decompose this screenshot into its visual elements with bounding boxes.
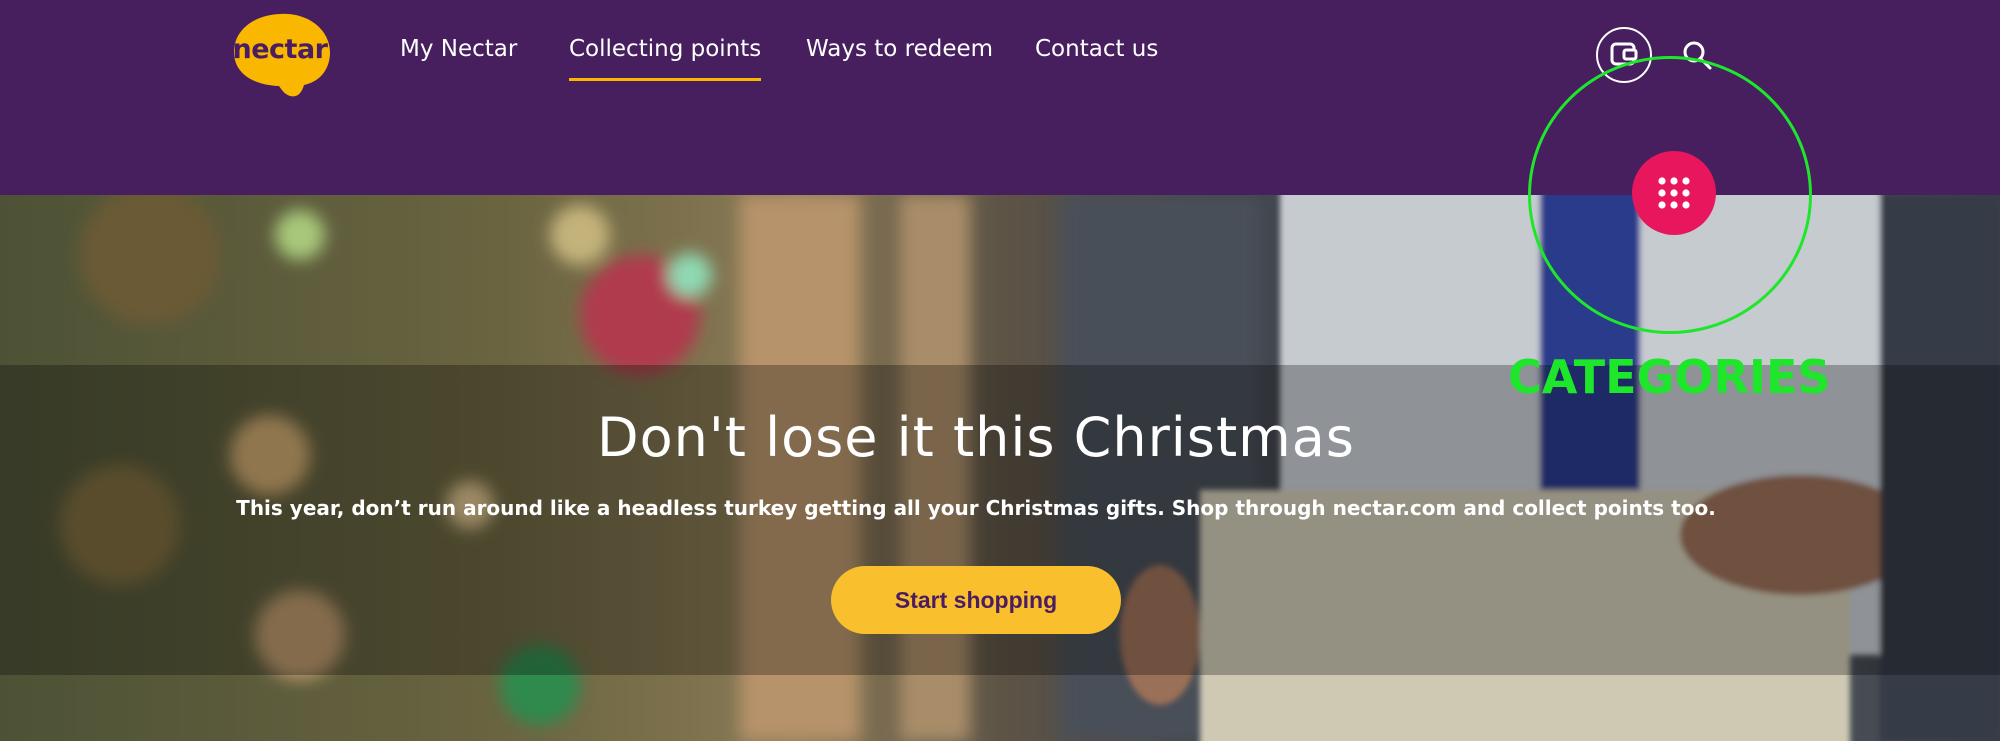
nav-item-collecting-points[interactable]: Collecting points (569, 36, 762, 81)
start-shopping-button[interactable]: Start shopping (831, 566, 1121, 634)
annotation-circle (1528, 56, 1812, 334)
nav-item-contact-us[interactable]: Contact us (1035, 36, 1158, 62)
hero-headline: Don't lose it this Christmas (597, 406, 1355, 469)
nav-item-my-nectar[interactable]: My Nectar (400, 36, 517, 62)
annotation-label: CATEGORIES (1508, 350, 1831, 404)
hero-subtext: This year, don’t run around like a headl… (236, 496, 1716, 520)
nav-item-ways-to-redeem[interactable]: Ways to redeem (806, 36, 993, 62)
nectar-logo[interactable]: nectar (232, 12, 332, 98)
logo-text: nectar (232, 34, 328, 65)
